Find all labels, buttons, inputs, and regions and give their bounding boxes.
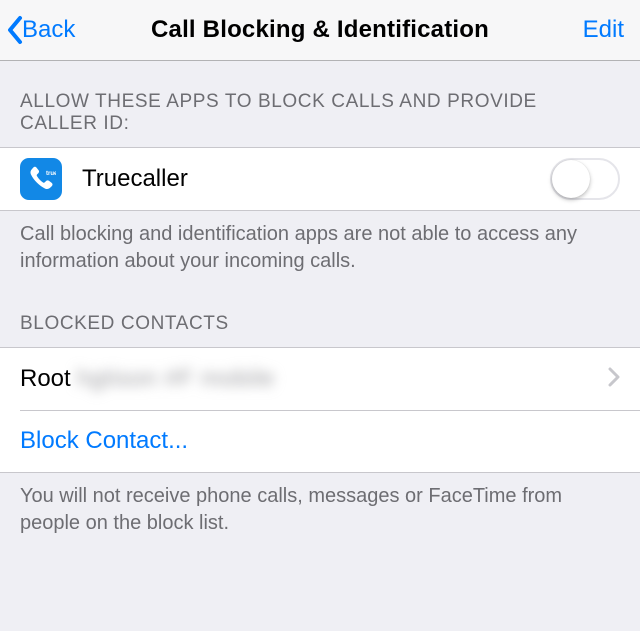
truecaller-toggle[interactable] bbox=[550, 158, 620, 200]
contact-name-visible: Root bbox=[20, 365, 71, 392]
section-footer-apps: Call blocking and identification apps ar… bbox=[0, 211, 640, 299]
app-row-truecaller: true Truecaller bbox=[0, 148, 640, 210]
blocked-cell-group: Roothgtison #F mobile Block Contact... bbox=[0, 347, 640, 473]
blocked-contact-label: Roothgtison #F mobile bbox=[20, 365, 600, 393]
back-label: Back bbox=[22, 16, 75, 44]
back-button[interactable]: Back bbox=[6, 15, 75, 45]
phone-icon: true bbox=[26, 164, 56, 194]
app-name-label: Truecaller bbox=[82, 165, 550, 193]
switch-knob bbox=[552, 160, 590, 198]
edit-button[interactable]: Edit bbox=[583, 16, 630, 44]
apps-cell-group: true Truecaller bbox=[0, 147, 640, 211]
contact-name-obscured: hgtison #F mobile bbox=[77, 365, 275, 393]
block-contact-label: Block Contact... bbox=[20, 427, 620, 455]
page-title: Call Blocking & Identification bbox=[0, 16, 640, 44]
section-footer-blocked: You will not receive phone calls, messag… bbox=[0, 473, 640, 561]
blocked-contact-row[interactable]: Roothgtison #F mobile bbox=[0, 348, 640, 410]
block-contact-button[interactable]: Block Contact... bbox=[0, 410, 640, 472]
svg-text:true: true bbox=[46, 171, 56, 177]
navigation-bar: Back Call Blocking & Identification Edit bbox=[0, 0, 640, 61]
chevron-right-icon bbox=[608, 367, 620, 392]
section-header-blocked: Blocked Contacts bbox=[0, 299, 640, 347]
truecaller-app-icon: true bbox=[20, 158, 62, 200]
section-header-apps: Allow these apps to block calls and prov… bbox=[0, 61, 640, 147]
